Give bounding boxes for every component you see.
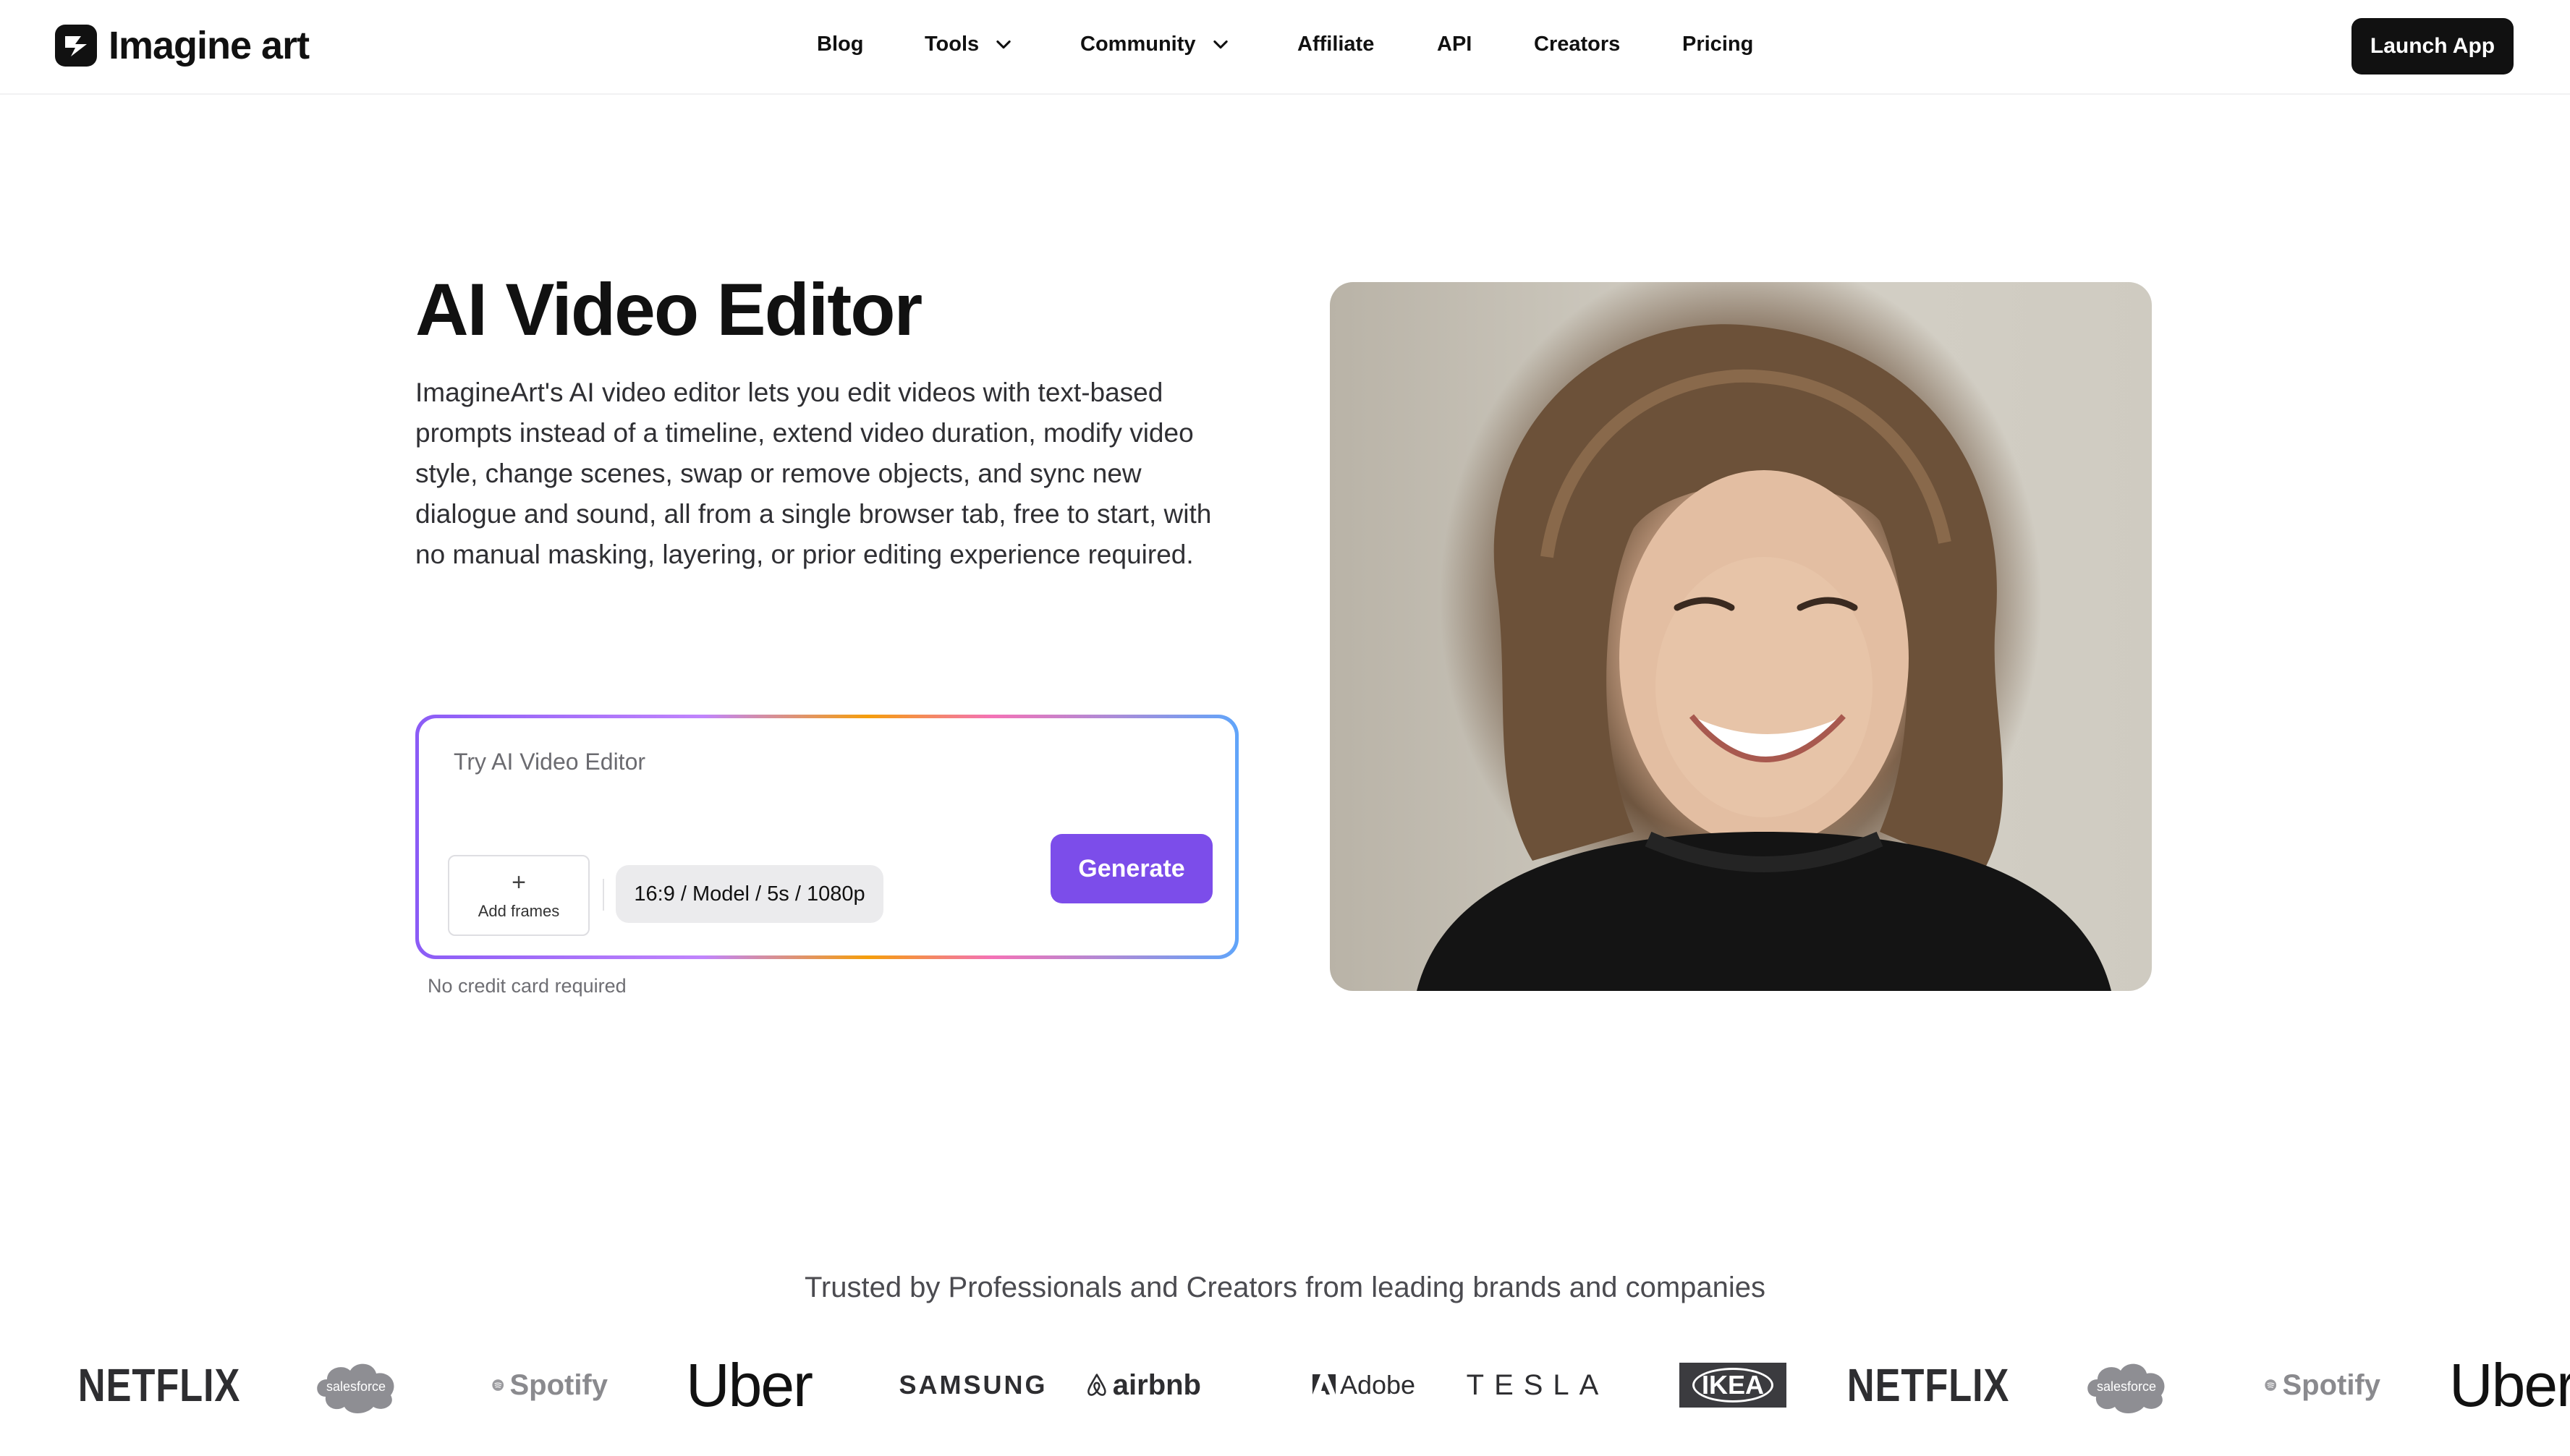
portrait-illustration xyxy=(1417,324,2111,991)
brand-spotify: Spotify xyxy=(492,1345,608,1425)
divider xyxy=(603,879,604,911)
nav-pricing[interactable]: Pricing xyxy=(1682,22,1753,67)
trusted-heading: Trusted by Professionals and Creators fr… xyxy=(804,1272,1766,1303)
salesforce-logo-icon: salesforce xyxy=(317,1363,394,1413)
brand-tesla: TESLA xyxy=(1466,1368,1609,1401)
brand-uber: Uber xyxy=(2449,1350,2570,1419)
brand-samsung: SAMSUNG xyxy=(899,1370,1048,1400)
nav-affiliate[interactable]: Affiliate xyxy=(1297,22,1374,67)
brand-salesforce: salesforce xyxy=(311,1345,401,1425)
generation-settings-chip[interactable]: 16:9 / Model / 5s / 1080p xyxy=(616,865,883,923)
hero-image xyxy=(1330,282,2152,991)
airbnb-icon xyxy=(1087,1374,1106,1396)
nav-creators[interactable]: Creators xyxy=(1534,22,1620,67)
brand-netflix: NETFLIX xyxy=(1846,1359,2010,1411)
spotify-icon xyxy=(2265,1379,2277,1391)
generate-button[interactable]: Generate xyxy=(1051,834,1213,903)
nav-tools[interactable]: Tools xyxy=(925,22,1014,67)
svg-text:salesforce: salesforce xyxy=(2097,1379,2156,1394)
hero-description: ImagineArt's AI video editor lets you ed… xyxy=(415,378,1212,569)
no-credit-card-note: No credit card required xyxy=(428,975,627,997)
site-header: Imagine art Blog Tools Community Affilia… xyxy=(0,0,2570,95)
brand-airbnb: airbnb xyxy=(1085,1345,1201,1425)
salesforce-logo-icon: salesforce xyxy=(2087,1363,2165,1413)
nav-blog[interactable]: Blog xyxy=(817,22,863,67)
prompt-box: Try AI Video Editor + Add frames 16:9 / … xyxy=(419,718,1235,955)
brand-adobe: Adobe xyxy=(1295,1345,1433,1425)
launch-app-button[interactable]: Launch App xyxy=(2351,18,2514,74)
plus-icon: + xyxy=(512,869,526,896)
add-frames-button[interactable]: + Add frames xyxy=(448,855,590,936)
adobe-icon xyxy=(1312,1374,1336,1395)
svg-text:salesforce: salesforce xyxy=(326,1379,386,1394)
spotify-icon xyxy=(492,1379,504,1391)
brand-salesforce: salesforce xyxy=(2082,1345,2171,1425)
brand-spotify: Spotify xyxy=(2265,1345,2380,1425)
add-frames-label: Add frames xyxy=(478,902,560,920)
brand-logo-strip: NETFLIX salesforce Spotify Uber SAMSUNG … xyxy=(0,1345,2570,1425)
brand-ikea: IKEA xyxy=(1679,1345,1786,1425)
main-nav: Blog Tools Community Affiliate API Creat… xyxy=(0,22,2570,67)
prompt-card: Try AI Video Editor + Add frames 16:9 / … xyxy=(415,715,1239,959)
nav-api[interactable]: API xyxy=(1437,22,1472,67)
nav-community[interactable]: Community xyxy=(1080,22,1231,67)
ikea-logo-icon: IKEA xyxy=(1679,1363,1786,1408)
chevron-down-icon xyxy=(996,40,1011,49)
brand-uber: Uber xyxy=(685,1350,813,1419)
page-title: AI Video Editor xyxy=(415,268,923,351)
prompt-input[interactable]: Try AI Video Editor xyxy=(454,749,645,775)
chevron-down-icon xyxy=(1213,40,1228,49)
brand-netflix: NETFLIX xyxy=(77,1359,241,1411)
